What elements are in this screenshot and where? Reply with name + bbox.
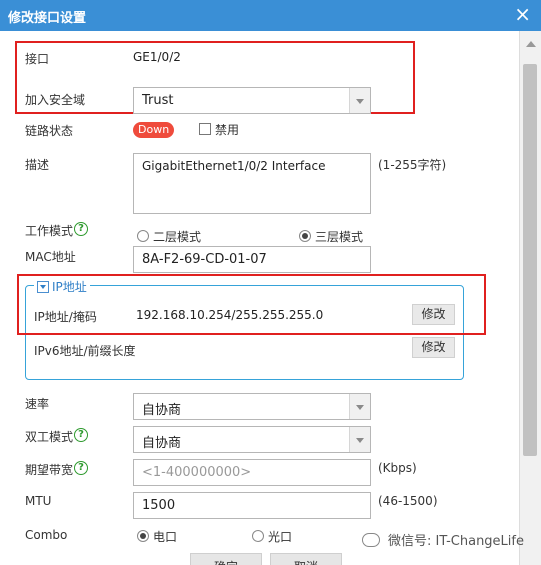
speed-select[interactable]: 自协商 [133, 393, 371, 420]
mtu-value: 1500 [142, 498, 176, 513]
bandwidth-input[interactable]: <1-400000000> [133, 459, 371, 486]
combo-electrical-radio[interactable] [137, 530, 149, 542]
security-zone-select[interactable]: Trust [133, 87, 371, 114]
bandwidth-label: 期望带宽 [25, 463, 74, 477]
wechat-icon [362, 533, 380, 547]
ipv6-label: IPv6地址/前缀长度 [34, 344, 136, 358]
highlight-box-ip [17, 274, 486, 335]
work-mode-layer3-label: 三层模式 [315, 230, 364, 244]
mac-label: MAC地址 [25, 250, 76, 264]
mtu-hint: (46-1500) [378, 494, 438, 508]
speed-value: 自协商 [142, 403, 182, 418]
mtu-label: MTU [25, 494, 52, 508]
dialog-title: 修改接口设置 [8, 11, 87, 26]
chevron-down-icon [356, 438, 364, 443]
link-status-badge: Down [133, 122, 175, 138]
scrollbar-thumb[interactable] [523, 64, 537, 456]
interface-value: GE1/0/2 [133, 50, 181, 64]
link-status-label: 链路状态 [25, 124, 74, 138]
edit-ipv6-button[interactable]: 修改 [412, 337, 455, 358]
security-zone-label: 加入安全域 [25, 93, 86, 107]
disable-checkbox[interactable] [199, 123, 211, 135]
mac-input[interactable]: 8A-F2-69-CD-01-07 [133, 246, 371, 273]
speed-label: 速率 [25, 397, 50, 411]
scroll-up-icon[interactable] [526, 41, 536, 47]
description-value: GigabitEthernet1/0/2 Interface [142, 159, 326, 173]
description-label: 描述 [25, 158, 50, 172]
security-zone-dropdown-button[interactable] [349, 88, 370, 113]
help-icon[interactable]: ? [74, 461, 88, 475]
duplex-select[interactable]: 自协商 [133, 426, 371, 453]
combo-optical-label: 光口 [268, 530, 293, 544]
chevron-down-icon [356, 405, 364, 410]
combo-electrical-label: 电口 [153, 530, 178, 544]
watermark: 微信号: IT-ChangeLife [362, 530, 524, 549]
description-hint: (1-255字符) [378, 158, 447, 172]
cancel-button[interactable]: 取消 [270, 553, 342, 565]
work-mode-label: 工作模式 [25, 224, 74, 238]
help-icon[interactable]: ? [74, 222, 88, 236]
help-icon[interactable]: ? [74, 428, 88, 442]
interface-label: 接口 [25, 52, 50, 66]
bandwidth-hint: (Kbps) [378, 461, 417, 475]
work-mode-layer2-label: 二层模式 [153, 230, 202, 244]
bandwidth-placeholder: <1-400000000> [142, 465, 252, 480]
duplex-label: 双工模式 [25, 430, 74, 444]
ok-button[interactable]: 确定 [190, 553, 262, 565]
chevron-down-icon [356, 99, 364, 104]
duplex-value: 自协商 [142, 436, 182, 451]
dialog-titlebar: 修改接口设置 × [0, 0, 541, 31]
speed-dropdown-button[interactable] [349, 394, 370, 419]
description-textarea[interactable]: GigabitEthernet1/0/2 Interface [133, 153, 371, 214]
combo-optical-radio[interactable] [252, 530, 264, 542]
disable-label: 禁用 [215, 123, 240, 137]
work-mode-layer3-radio[interactable] [299, 230, 311, 242]
scrollbar[interactable] [519, 31, 541, 565]
close-icon[interactable]: × [514, 4, 531, 24]
security-zone-value: Trust [142, 93, 174, 108]
duplex-dropdown-button[interactable] [349, 427, 370, 452]
mtu-input[interactable]: 1500 [133, 492, 371, 519]
mac-value: 8A-F2-69-CD-01-07 [142, 252, 267, 267]
watermark-text: 微信号: IT-ChangeLife [388, 534, 524, 549]
work-mode-layer2-radio[interactable] [137, 230, 149, 242]
combo-label: Combo [25, 528, 68, 542]
